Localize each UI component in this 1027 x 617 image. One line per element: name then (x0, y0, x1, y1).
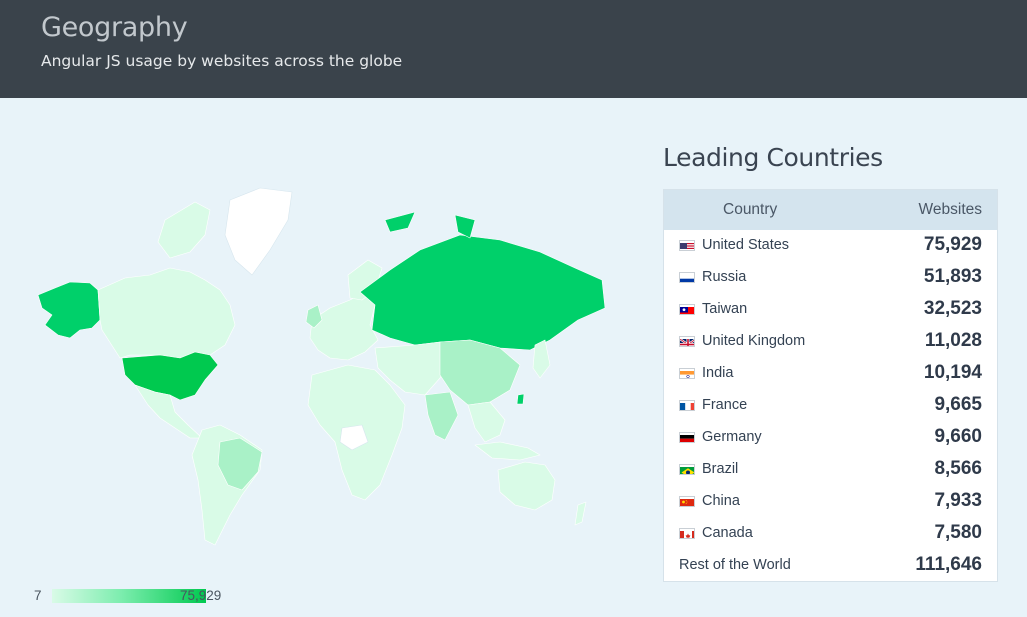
column-header-websites: Websites (918, 201, 982, 218)
table-row[interactable]: Brazil 8,566 (664, 454, 997, 486)
website-count: 8,566 (934, 458, 982, 479)
br-flag-icon (679, 464, 695, 475)
us-flag-icon (679, 240, 695, 251)
map-region-usa[interactable] (121, 351, 219, 401)
country-name: China (702, 493, 740, 509)
table-row-rest[interactable]: Rest of the World 111,646 (664, 550, 997, 582)
ru-flag-icon (679, 272, 695, 283)
map-legend: 7 75,929 (34, 586, 294, 606)
in-flag-icon (679, 368, 695, 379)
map-region-russia-islands[interactable] (384, 211, 476, 239)
country-name: United Kingdom (702, 333, 806, 349)
website-count: 9,665 (934, 394, 982, 415)
table-row[interactable]: United States 75,929 (664, 230, 997, 262)
map-region-japan[interactable] (532, 339, 551, 379)
page-title: Geography (41, 12, 188, 43)
map-region-china[interactable] (439, 339, 521, 406)
website-count: 11,028 (924, 330, 982, 351)
page-subtitle: Angular JS usage by websites across the … (41, 52, 403, 70)
map-region-canada-islands[interactable] (157, 201, 211, 259)
map-region-india[interactable] (424, 391, 459, 441)
website-count: 7,580 (934, 522, 982, 543)
legend-min: 7 (34, 588, 42, 603)
table-header: Country Websites (664, 190, 997, 230)
column-header-country: Country (723, 201, 778, 218)
map-region-alaska[interactable] (37, 281, 101, 339)
table-row[interactable]: Canada 7,580 (664, 518, 997, 550)
country-name: Germany (702, 429, 762, 445)
map-region-europe[interactable] (309, 291, 379, 361)
ca-flag-icon (679, 528, 695, 539)
table-row[interactable]: Taiwan 32,523 (664, 294, 997, 326)
table-row[interactable]: China 7,933 (664, 486, 997, 518)
map-region-new-zealand[interactable] (574, 501, 587, 526)
country-name: Russia (702, 269, 747, 285)
fr-flag-icon (679, 400, 695, 411)
tw-flag-icon (679, 304, 695, 315)
website-count: 32,523 (923, 298, 982, 319)
table-row[interactable]: United Kingdom 11,028 (664, 326, 997, 358)
table-row[interactable]: France 9,665 (664, 390, 997, 422)
country-name: Brazil (702, 461, 739, 477)
table-row[interactable]: India 10,194 (664, 358, 997, 390)
map-region-australia[interactable] (497, 461, 556, 511)
map-region-russia[interactable] (359, 234, 606, 351)
country-name: Canada (702, 525, 753, 541)
table-row[interactable]: Germany 9,660 (664, 422, 997, 454)
website-count: 75,929 (923, 234, 982, 255)
website-count: 10,194 (923, 362, 982, 383)
website-count: 9,660 (934, 426, 982, 447)
map-region-se-asia[interactable] (467, 401, 506, 443)
map-region-indonesia[interactable] (474, 441, 541, 461)
website-count: 51,893 (923, 266, 982, 287)
page-header: Geography Angular JS usage by websites a… (0, 0, 1027, 98)
country-name: Taiwan (702, 301, 748, 317)
map-region-taiwan[interactable] (516, 393, 525, 405)
country-name: India (702, 365, 734, 381)
country-name: France (702, 397, 748, 413)
table-row[interactable]: Russia 51,893 (664, 262, 997, 294)
map-region-canada[interactable] (97, 267, 236, 359)
map-region-greenland[interactable] (224, 187, 293, 276)
website-count: 7,933 (934, 490, 982, 511)
leading-countries-title: Leading Countries (663, 143, 883, 172)
country-name: United States (702, 237, 790, 253)
website-count: 111,646 (915, 554, 982, 575)
country-name: Rest of the World (679, 557, 791, 573)
cn-flag-icon (679, 496, 695, 507)
world-map[interactable] (30, 180, 630, 560)
gb-flag-icon (679, 336, 695, 347)
de-flag-icon (679, 432, 695, 443)
leading-countries-table: Country Websites United States 75,929 Ru… (663, 189, 998, 582)
legend-max: 75,929 (180, 588, 222, 603)
